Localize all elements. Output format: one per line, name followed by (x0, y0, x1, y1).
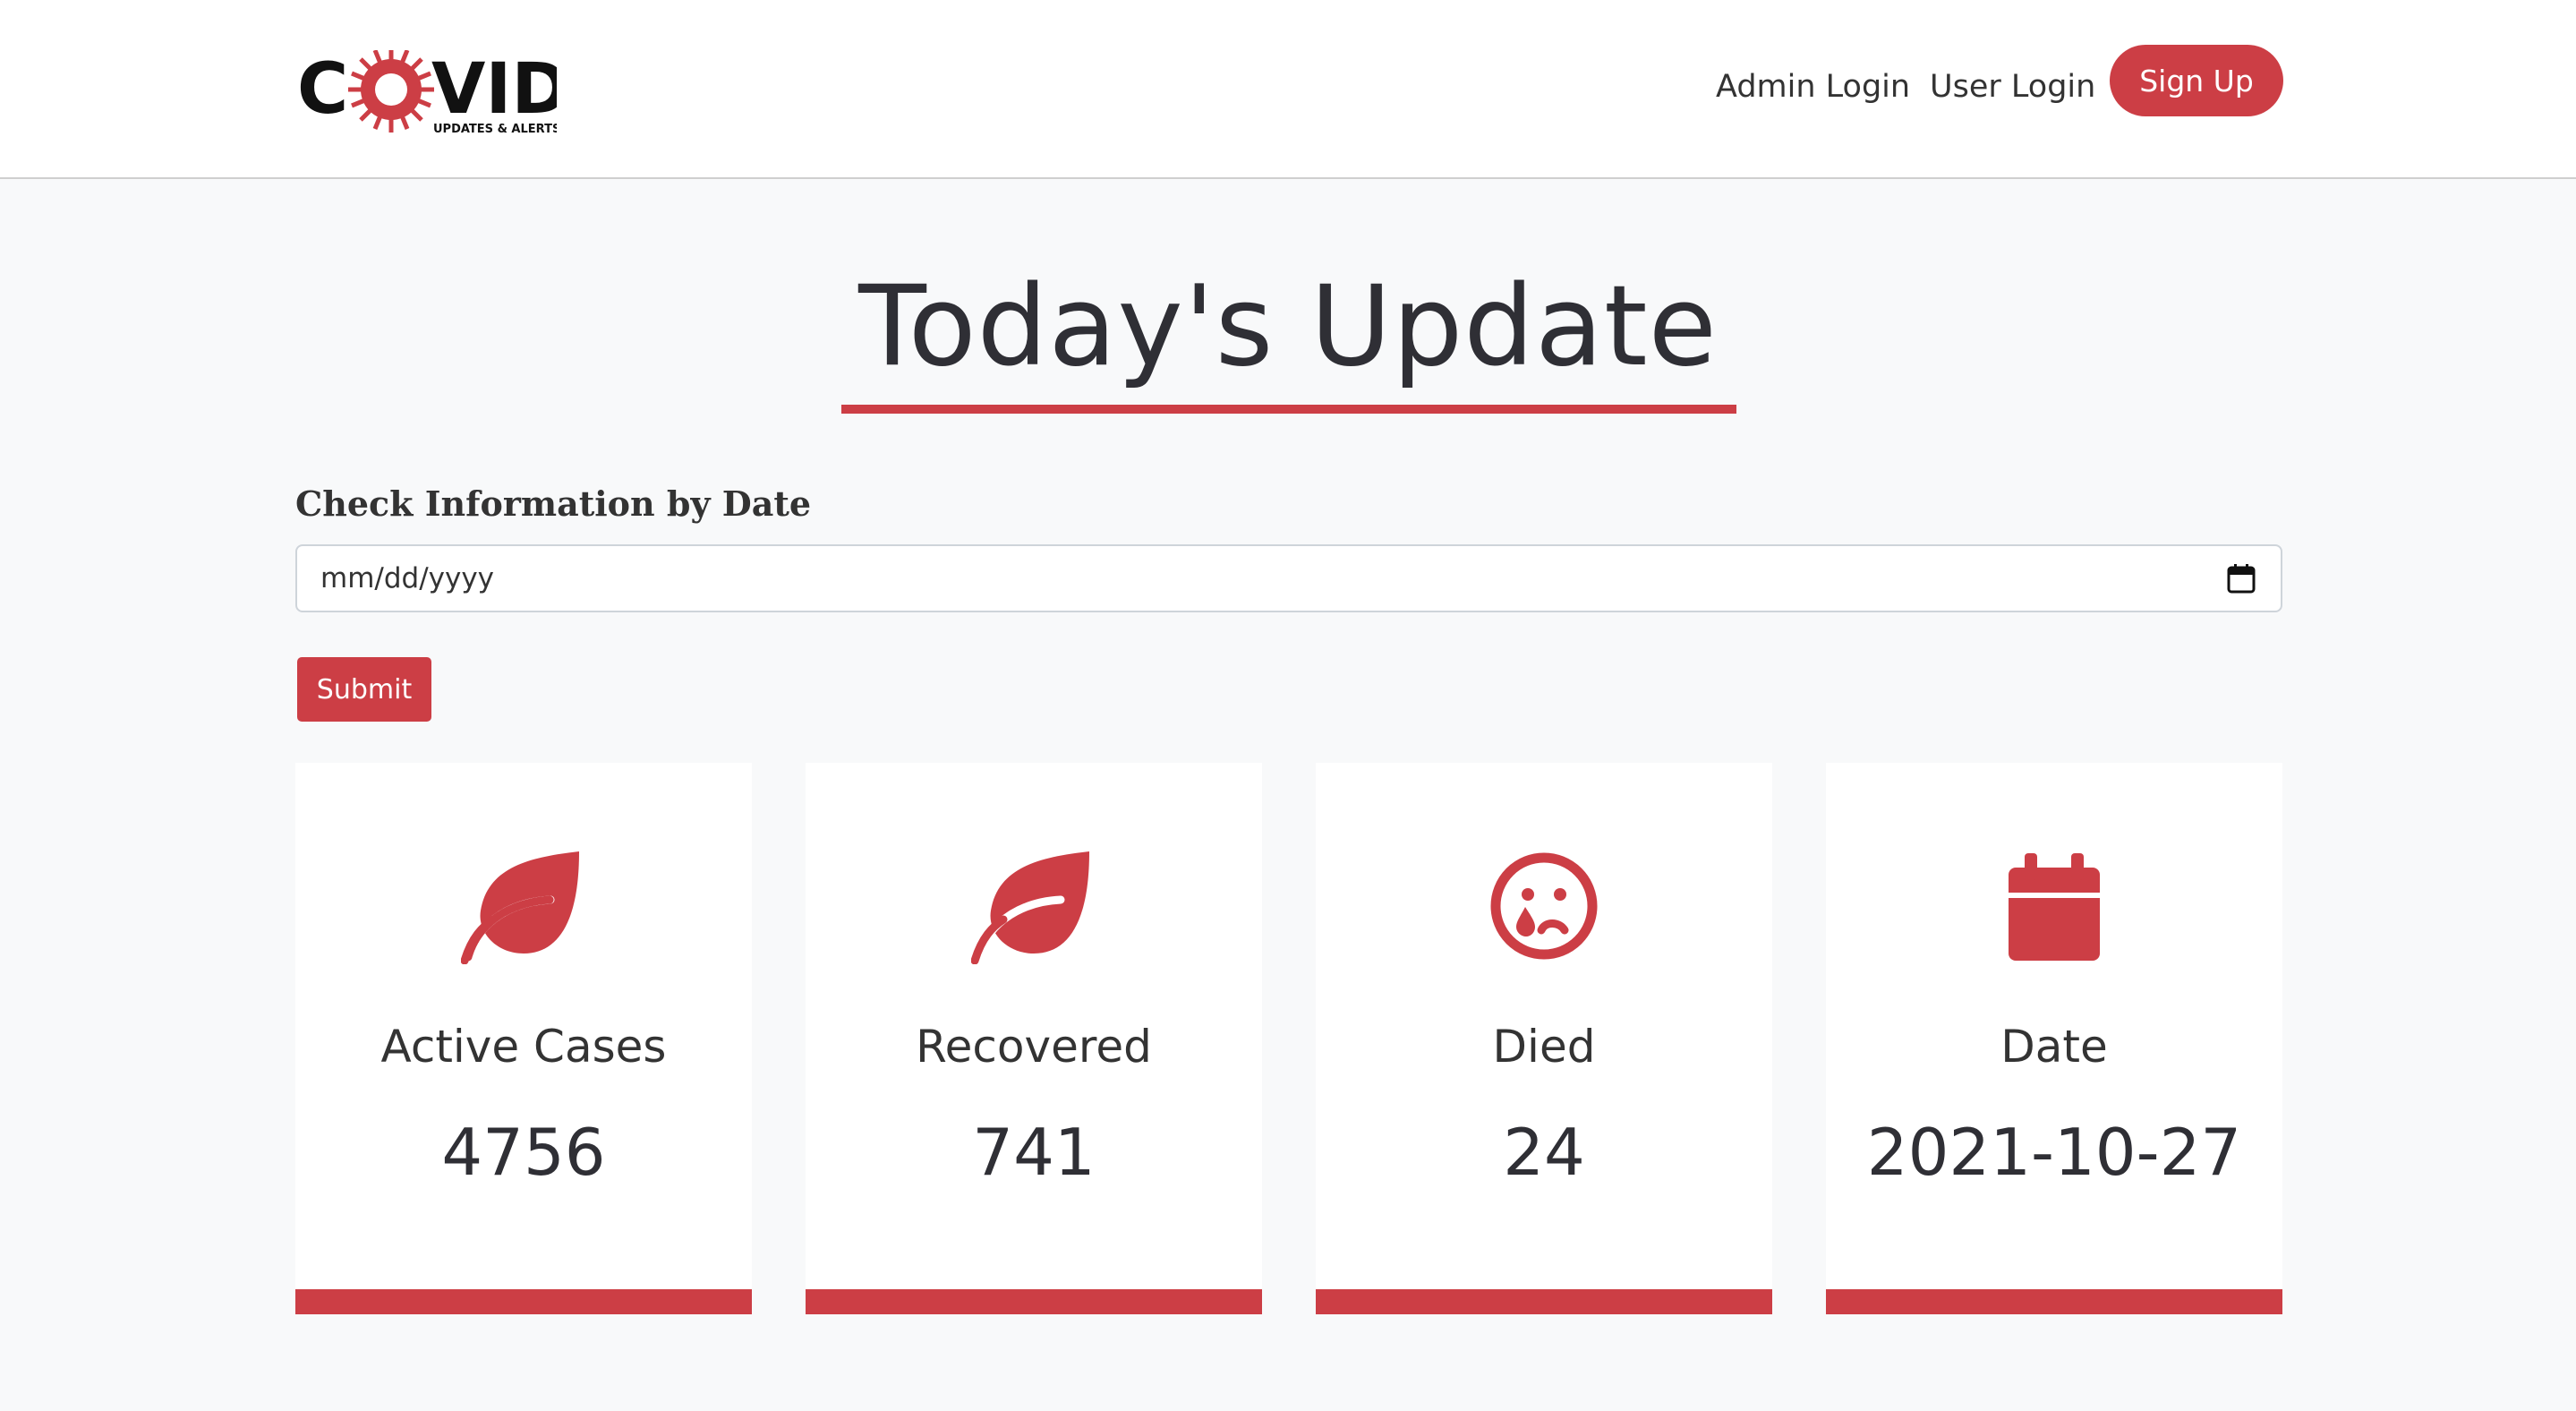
stat-card-recovered: Recovered 741 (806, 763, 1262, 1314)
user-login-link[interactable]: User Login (1930, 64, 2095, 109)
submit-button[interactable]: Submit (297, 657, 431, 722)
card-accent-bar (1316, 1289, 1772, 1314)
leaf-icon (971, 848, 1096, 964)
date-field[interactable] (295, 544, 2282, 612)
date-input[interactable] (320, 562, 2225, 594)
covid-logo-graphic: C VID UPDATES & ALERTS (297, 47, 569, 136)
stat-value: 4756 (441, 1115, 606, 1190)
stat-value: 741 (972, 1115, 1096, 1190)
leaf-icon (461, 848, 586, 964)
covid-logo[interactable]: C VID UPDATES & ALERTS (297, 47, 569, 140)
svg-text:C: C (297, 50, 348, 130)
stat-label: Died (1492, 1021, 1596, 1073)
stat-value: 2021-10-27 (1866, 1115, 2242, 1190)
page-title: Today's Update (858, 262, 1718, 391)
stat-card-active-cases: Active Cases 4756 (295, 763, 752, 1314)
stat-label: Recovered (916, 1021, 1152, 1073)
stat-label: Active Cases (380, 1021, 667, 1073)
card-accent-bar (295, 1289, 752, 1314)
stat-value: 24 (1503, 1115, 1585, 1190)
stat-card-date: Date 2021-10-27 (1826, 763, 2282, 1314)
admin-login-link[interactable]: Admin Login (1716, 64, 1910, 109)
sad-tear-face-icon (1481, 848, 1607, 964)
stat-card-died: Died 24 (1316, 763, 1772, 1314)
svg-text:UPDATES & ALERTS: UPDATES & ALERTS (433, 123, 557, 136)
svg-text:VID: VID (431, 50, 557, 130)
calendar-icon (1992, 848, 2117, 964)
date-form-label: Check Information by Date (295, 483, 812, 524)
title-underline (841, 405, 1736, 414)
stat-label: Date (2000, 1021, 2108, 1073)
navbar: C VID UPDATES & ALERTS Admin Login User … (0, 0, 2576, 179)
calendar-picker-icon[interactable] (2225, 561, 2257, 595)
card-accent-bar (806, 1289, 1262, 1314)
card-accent-bar (1826, 1289, 2282, 1314)
sign-up-button[interactable]: Sign Up (2110, 45, 2283, 116)
